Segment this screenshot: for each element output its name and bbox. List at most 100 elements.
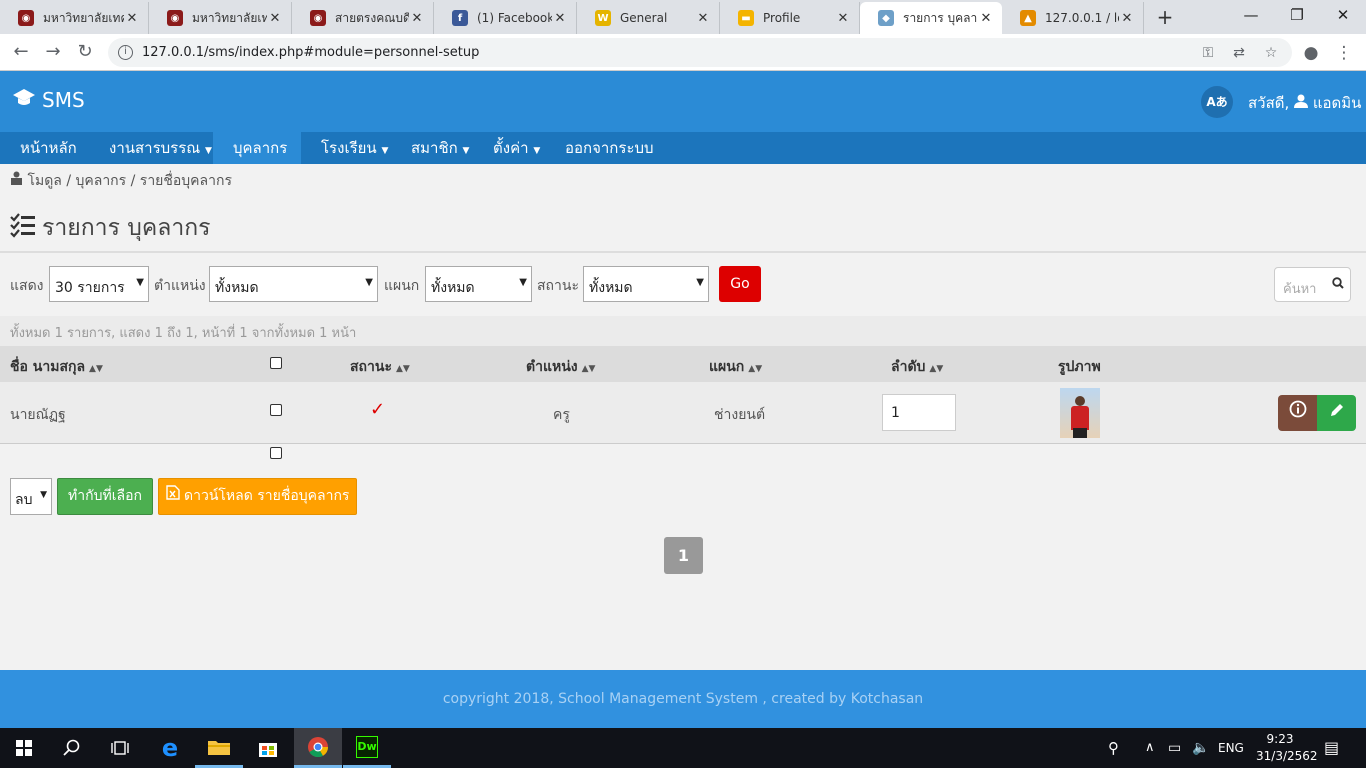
browser-tab-1[interactable]: ◉ มหาวิทยาลัยเทคโนโลยี ✕ — [0, 2, 149, 34]
column-header-photo: รูปภาพ — [1058, 359, 1101, 375]
user-greeting[interactable]: สวัสดี, แอดมิน — [1248, 91, 1361, 115]
key-icon[interactable]: ⚿ — [1198, 43, 1218, 63]
result-summary: ทั้งหมด 1 รายการ, แสดง 1 ถึง 1, หน้าที่ … — [0, 316, 1366, 346]
file-explorer-icon[interactable] — [195, 728, 243, 768]
menu-members[interactable]: สมาชิก ▼ — [403, 132, 477, 164]
go-button[interactable]: Go — [719, 266, 761, 302]
network-icon[interactable]: ▭ — [1168, 728, 1181, 768]
select-all-footer-checkbox[interactable] — [270, 447, 282, 459]
close-window-icon[interactable]: ✕ — [1320, 0, 1366, 32]
minimize-icon[interactable]: — — [1228, 0, 1274, 32]
column-header-position[interactable]: ตำแหน่ง ▲▼ — [526, 356, 595, 378]
address-bar[interactable]: i 127.0.0.1/sms/index.php#module=personn… — [108, 38, 1292, 67]
status-label: สถานะ — [537, 278, 579, 294]
edge-icon[interactable]: e — [146, 728, 194, 768]
new-tab-icon[interactable]: + — [1152, 4, 1178, 30]
url-text: 127.0.0.1/sms/index.php#module=personnel… — [142, 45, 480, 60]
show-count-select[interactable]: 30 รายการ ▼ — [49, 266, 149, 302]
translate-icon[interactable]: ⇄ — [1229, 43, 1249, 63]
row-checkbox[interactable] — [270, 404, 282, 416]
close-tab-icon[interactable]: ✕ — [835, 11, 851, 26]
page-footer: copyright 2018, School Management System… — [0, 670, 1366, 728]
close-tab-icon[interactable]: ✕ — [267, 11, 283, 26]
menu-personnel[interactable]: บุคลากร — [213, 132, 301, 164]
breadcrumb: โมดูล / บุคลากร / รายชื่อบุคลากร — [10, 170, 232, 192]
graduation-cap-icon — [12, 87, 36, 112]
show-label: แสดง — [10, 278, 44, 294]
download-list-button[interactable]: ดาวน์โหลด รายชื่อบุคลากร — [158, 478, 357, 515]
restore-icon[interactable]: ❐ — [1274, 0, 1320, 32]
search-icon[interactable] — [1332, 277, 1344, 293]
caret-down-icon: ▼ — [381, 146, 389, 156]
department-select[interactable]: ทั้งหมด ▼ — [425, 266, 532, 302]
site-info-icon[interactable]: i — [118, 45, 133, 60]
people-icon[interactable]: ⚲ — [1108, 728, 1119, 768]
edit-button[interactable] — [1317, 395, 1356, 431]
apply-selected-button[interactable]: ทำกับที่เลือก — [57, 478, 153, 515]
browser-tab-8[interactable]: ▲ 127.0.0.1 / localhost ✕ — [1002, 2, 1144, 34]
profile-icon[interactable]: ● — [1301, 43, 1321, 63]
column-header-name[interactable]: ชื่อ นามสกุล ▲▼ — [10, 356, 103, 378]
language-button[interactable]: Aあ — [1201, 86, 1233, 118]
store-icon[interactable] — [244, 728, 292, 768]
close-tab-icon[interactable]: ✕ — [409, 11, 425, 26]
search-taskbar-icon[interactable] — [48, 728, 96, 768]
menu-settings[interactable]: ตั้งค่า ▼ — [485, 132, 548, 164]
menu-school[interactable]: โรงเรียน ▼ — [313, 132, 396, 164]
browser-tab-5[interactable]: W General ✕ — [577, 2, 720, 34]
bookmark-star-icon[interactable]: ☆ — [1261, 43, 1281, 63]
main-menu: หน้าหลัก งานสารบรรณ ▼ บุคลากร โรงเรียน ▼… — [0, 132, 1366, 164]
input-language[interactable]: ENG — [1218, 728, 1244, 768]
browser-menu-icon[interactable]: ⋮ — [1334, 43, 1354, 63]
close-tab-icon[interactable]: ✕ — [1119, 11, 1135, 26]
cell-name: นายณัฏฐ — [10, 407, 66, 423]
phpmyadmin-favicon-icon: ▲ — [1020, 10, 1036, 26]
cell-department: ช่างยนต์ — [714, 407, 766, 423]
forward-icon[interactable]: → — [40, 39, 66, 65]
breadcrumb-text[interactable]: โมดูล / บุคลากร / รายชื่อบุคลากร — [27, 173, 232, 189]
menu-logout[interactable]: ออกจากระบบ — [557, 132, 662, 164]
browser-tab-2[interactable]: ◉ มหาวิทยาลัยเทคโนโลยี ✕ — [149, 2, 292, 34]
search-input[interactable]: ค้นหา — [1274, 267, 1351, 302]
user-name: แอดมิน — [1312, 94, 1362, 112]
column-header-department[interactable]: แผนก ▲▼ — [709, 356, 762, 378]
menu-home[interactable]: หน้าหลัก — [12, 132, 85, 164]
close-tab-icon[interactable]: ✕ — [552, 11, 568, 26]
column-header-status[interactable]: สถานะ ▲▼ — [350, 356, 410, 378]
menu-documents[interactable]: งานสารบรรณ ▼ — [101, 132, 220, 164]
select-arrow-icon: ▼ — [519, 277, 527, 288]
dreamweaver-icon[interactable]: Dw — [343, 728, 391, 768]
column-header-order[interactable]: ลำดับ ▲▼ — [891, 356, 943, 378]
personnel-photo[interactable] — [1060, 388, 1100, 438]
back-icon[interactable]: ← — [8, 39, 34, 65]
title-divider — [0, 251, 1366, 253]
reload-icon[interactable]: ↻ — [72, 39, 98, 65]
task-view-icon[interactable] — [96, 728, 144, 768]
order-input[interactable]: 1 — [882, 394, 956, 431]
bulk-action-select[interactable]: ลบ ▼ — [10, 478, 52, 515]
pagination-page[interactable]: 1 — [664, 537, 703, 574]
volume-icon[interactable]: 🔈 — [1192, 728, 1209, 768]
system-clock[interactable]: 9:23 31/3/2562 — [1256, 731, 1318, 765]
close-tab-icon[interactable]: ✕ — [978, 11, 994, 26]
browser-tab-3[interactable]: ◉ สายตรงคณบดี | ✕ — [292, 2, 434, 34]
select-all-checkbox[interactable] — [270, 357, 282, 369]
notification-icon[interactable]: ▤ — [1324, 728, 1339, 768]
chrome-icon[interactable] — [294, 728, 342, 768]
status-check-icon[interactable]: ✓ — [370, 399, 385, 420]
excel-file-icon — [165, 485, 184, 504]
browser-tab-active[interactable]: ◆ รายการ บุคลากร ✕ — [860, 2, 1002, 34]
browser-tab-4[interactable]: f (1) Facebook ✕ — [434, 2, 577, 34]
tray-chevron-icon[interactable]: ∧ — [1145, 728, 1155, 768]
windows-start-icon[interactable] — [0, 728, 48, 768]
close-tab-icon[interactable]: ✕ — [695, 11, 711, 26]
position-select[interactable]: ทั้งหมด ▼ — [209, 266, 378, 302]
folder-favicon-icon: ▬ — [738, 10, 754, 26]
browser-tab-6[interactable]: ▬ Profile ✕ — [720, 2, 860, 34]
close-tab-icon[interactable]: ✕ — [124, 11, 140, 26]
wsr-favicon-icon: W — [595, 10, 611, 26]
info-button[interactable] — [1278, 395, 1317, 431]
caret-down-icon: ▼ — [204, 146, 212, 156]
status-select[interactable]: ทั้งหมด ▼ — [583, 266, 709, 302]
app-logo[interactable]: SMS — [12, 87, 85, 112]
